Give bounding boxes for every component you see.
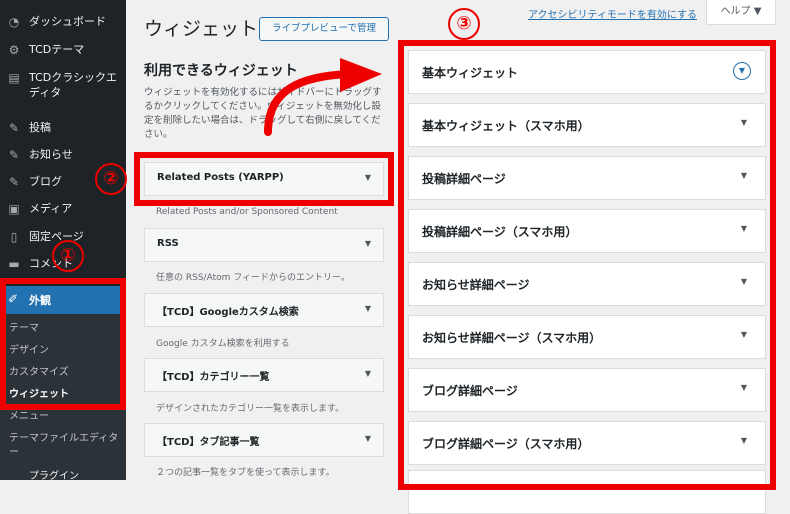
arrow-head xyxy=(340,58,382,92)
arrow-curve xyxy=(264,70,354,136)
annotation-arrow xyxy=(264,58,382,136)
